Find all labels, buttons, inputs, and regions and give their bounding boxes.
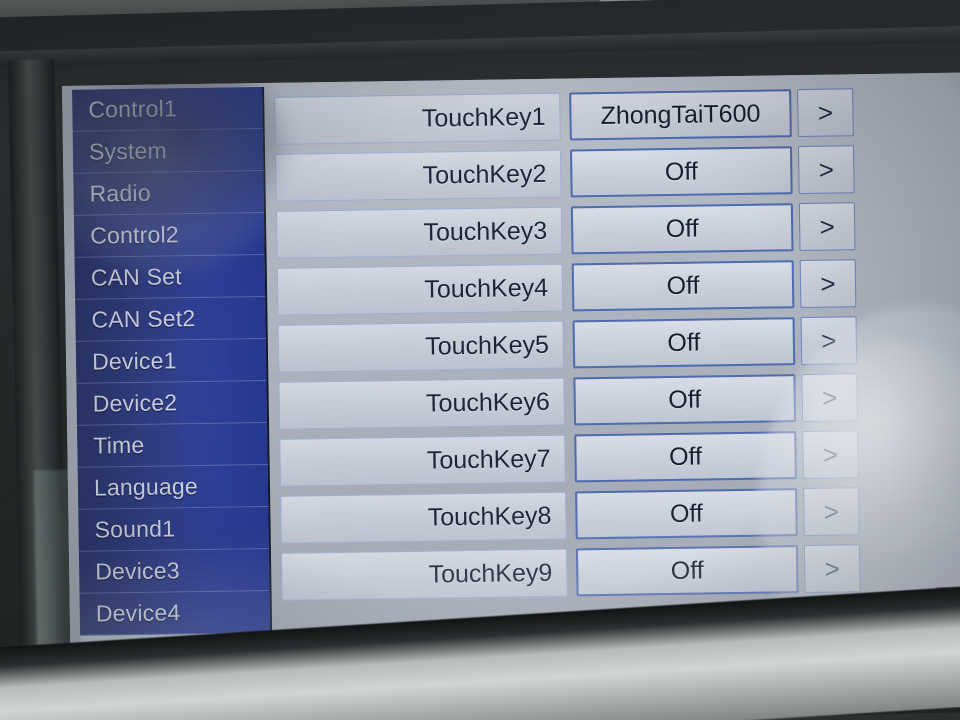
- touchkey-label-8: TouchKey8: [280, 491, 567, 544]
- chevron-right-icon-9[interactable]: >: [803, 544, 861, 594]
- sidebar-item-time[interactable]: Time: [77, 422, 268, 468]
- touchkey-value-4[interactable]: Off: [571, 260, 795, 312]
- chevron-right-icon-1[interactable]: >: [797, 88, 854, 138]
- sidebar-item-control1[interactable]: Control1: [72, 87, 263, 132]
- photo-scene: Control1 System Radio Control2 CAN Set CAN Se…: [0, 0, 960, 720]
- touchkey-row: TouchKey5 Off >: [277, 312, 871, 377]
- sidebar-item-label: Sound1: [94, 515, 176, 543]
- touchkey-value-2[interactable]: Off: [569, 146, 793, 198]
- sidebar-item-sound1[interactable]: Sound1: [78, 506, 269, 552]
- touchkey-value-3[interactable]: Off: [570, 203, 794, 255]
- sidebar-item-label: System: [88, 137, 168, 165]
- touchkey-value-7[interactable]: Off: [574, 431, 797, 483]
- touchkey-value-6[interactable]: Off: [573, 374, 797, 426]
- touchkey-label-1: TouchKey1: [274, 92, 561, 145]
- sidebar-item-device2[interactable]: Device2: [76, 381, 268, 426]
- touchkey-value-5[interactable]: Off: [572, 317, 796, 369]
- touchkey-value-1[interactable]: ZhongTaiT600: [569, 89, 792, 141]
- touchkey-row: TouchKey1 ZhongTaiT600 >: [274, 84, 867, 149]
- sidebar-menu[interactable]: Control1 System Radio Control2 CAN Set CAN Se…: [72, 87, 274, 720]
- chevron-right-icon-6[interactable]: >: [801, 373, 859, 423]
- touchkey-label-7: TouchKey7: [279, 434, 566, 487]
- sidebar-item-label: Device1: [91, 347, 177, 375]
- sidebar-item-control2[interactable]: Control2: [73, 213, 265, 258]
- sidebar-item-label: CAN Set: [90, 263, 182, 291]
- sidebar-item-can-set[interactable]: CAN Set: [74, 255, 266, 300]
- touchkey-label-2: TouchKey2: [275, 149, 562, 202]
- touchkey-row: TouchKey2 Off >: [275, 141, 868, 206]
- chevron-right-icon-3[interactable]: >: [798, 202, 856, 252]
- touchkey-row: TouchKey4 Off >: [276, 255, 870, 320]
- touchkey-label-4: TouchKey4: [276, 263, 564, 316]
- sidebar-item-label: Device3: [95, 557, 180, 585]
- touchkey-list: TouchKey1 ZhongTaiT600 > TouchKey2 Off > Touch…: [274, 84, 874, 606]
- sidebar-item-label: Control2: [90, 221, 179, 249]
- touchkey-label-5: TouchKey5: [277, 320, 565, 373]
- sidebar-item-label: Control1: [88, 95, 178, 123]
- touchkey-label-3: TouchKey3: [275, 206, 563, 259]
- chevron-right-icon-5[interactable]: >: [800, 316, 858, 366]
- chevron-right-icon-7[interactable]: >: [802, 430, 859, 480]
- sidebar-item-device1[interactable]: Device1: [75, 339, 267, 384]
- sidebar-item-label: Radio: [89, 179, 151, 207]
- chevron-right-icon-8[interactable]: >: [803, 487, 860, 537]
- sidebar-item-system[interactable]: System: [72, 129, 264, 174]
- touchkey-row: TouchKey3 Off >: [275, 198, 869, 263]
- sidebar-item-can-set2[interactable]: CAN Set2: [75, 297, 266, 342]
- chevron-right-icon-2[interactable]: >: [797, 145, 855, 195]
- touchkey-label-6: TouchKey6: [278, 377, 566, 430]
- sidebar-item-device3[interactable]: Device3: [78, 548, 270, 594]
- touchkey-row: TouchKey6 Off >: [278, 369, 871, 434]
- sidebar-item-label: Device4: [95, 599, 181, 627]
- touchkey-row: TouchKey7 Off >: [279, 426, 872, 491]
- touchkey-label-9: TouchKey9: [280, 548, 568, 601]
- sidebar-item-device4[interactable]: Device4: [79, 590, 271, 636]
- touchkey-row: TouchKey8 Off >: [280, 483, 873, 548]
- touchkey-value-9[interactable]: Off: [575, 545, 799, 597]
- sidebar-item-label: Language: [93, 473, 199, 501]
- sidebar-item-label: CAN Set2: [91, 305, 196, 333]
- sidebar-item-label: Device2: [92, 389, 178, 417]
- touchkey-row: TouchKey9 Off >: [280, 540, 874, 605]
- sidebar-item-language[interactable]: Language: [77, 464, 269, 510]
- touchkey-value-8[interactable]: Off: [575, 488, 798, 540]
- sidebar-item-radio[interactable]: Radio: [73, 171, 264, 216]
- sidebar-item-label: Time: [93, 431, 145, 459]
- chevron-right-icon-4[interactable]: >: [799, 259, 857, 309]
